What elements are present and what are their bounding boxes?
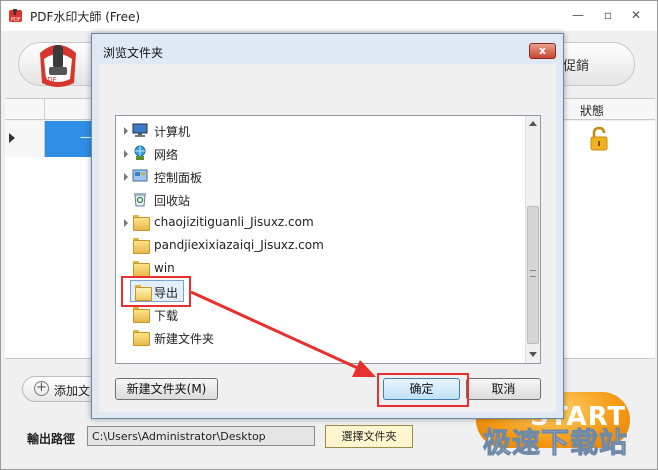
scroll-up-icon[interactable]: [529, 121, 537, 126]
svg-text:PDF: PDF: [43, 76, 57, 84]
dialog-close-icon[interactable]: x: [529, 43, 556, 59]
add-file-label: 添加文: [54, 384, 91, 398]
tree-item-label[interactable]: 回收站: [154, 192, 190, 209]
expand-arrow-icon[interactable]: [124, 219, 128, 227]
expand-arrow-icon[interactable]: [124, 173, 128, 181]
expand-arrow-icon[interactable]: [124, 150, 128, 158]
promotion-link[interactable]: 促銷: [563, 55, 589, 74]
folder-icon: [133, 330, 150, 346]
close-window-icon[interactable]: ✕: [628, 7, 644, 23]
tree-item-label[interactable]: 新建文件夹: [154, 330, 214, 347]
network-icon: [134, 145, 146, 160]
folder-icon: [133, 307, 150, 323]
scroll-grip-icon: [530, 270, 536, 277]
select-folder-button[interactable]: 選擇文件夾: [325, 425, 413, 448]
expand-arrow-icon[interactable]: [124, 127, 128, 135]
pdf-logo-icon: PDF: [9, 9, 22, 23]
recycle-bin-icon: [134, 193, 146, 207]
maximize-icon[interactable]: ▫: [600, 7, 616, 23]
scroll-down-icon[interactable]: [529, 352, 537, 357]
svg-text:PDF: PDF: [11, 17, 21, 23]
dialog-title: 浏览文件夹: [103, 46, 164, 60]
watermark-stamp-icon[interactable]: PDF: [34, 39, 82, 89]
unlock-icon: [590, 126, 608, 151]
tree-item-label[interactable]: chaojizitiguanli_Jisuxz.com: [154, 215, 314, 229]
minimize-icon[interactable]: —: [570, 7, 586, 23]
folder-icon: [133, 215, 150, 231]
tree-item-label[interactable]: 网络: [154, 146, 178, 163]
tree-item-label[interactable]: 计算机: [154, 123, 190, 140]
tree-item-label[interactable]: 控制面板: [154, 169, 202, 186]
app-title: PDF水印大師 (Free): [30, 10, 141, 24]
control-panel-icon: [132, 169, 148, 182]
tree-item-label[interactable]: 下载: [154, 307, 178, 324]
highlight-box-ok: [377, 373, 469, 407]
folder-icon: [133, 238, 150, 254]
output-path-input[interactable]: [87, 426, 315, 446]
header-cell-indicator: [5, 99, 45, 120]
computer-icon: [132, 123, 148, 137]
row-pointer-icon: [9, 133, 15, 143]
cancel-button[interactable]: 取消: [466, 378, 541, 400]
highlight-box-folder: [121, 276, 191, 307]
site-watermark: 极速下载站: [482, 426, 629, 460]
output-path-label: 輸出路徑: [27, 432, 76, 446]
add-icon: +: [34, 381, 49, 396]
tree-item-label[interactable]: win: [154, 261, 175, 275]
tree-item-label[interactable]: pandjiexixiazaiqi_Jisuxz.com: [154, 238, 324, 252]
new-folder-button[interactable]: 新建文件夹(M): [115, 378, 218, 400]
status-column-header: 狀態: [580, 104, 605, 118]
folder-icon: [133, 261, 150, 277]
